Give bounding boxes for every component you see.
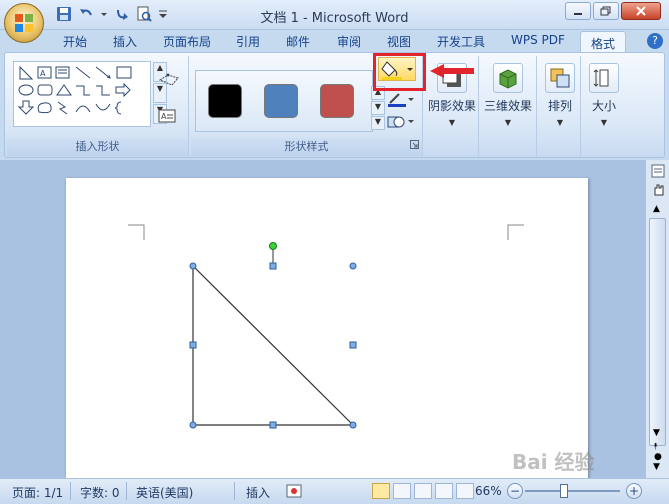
ruler-toggle-icon[interactable] [651, 164, 665, 181]
print-layout-view-icon[interactable] [372, 483, 390, 499]
insert-shapes-group: A ▲ ▼ A 插入形状 [7, 56, 189, 156]
scrollbar-thumb[interactable] [649, 218, 666, 446]
shape-styles-gallery[interactable] [195, 70, 373, 132]
watermark: Bai 经验 [512, 450, 595, 474]
vertical-scrollbar[interactable]: ▲ ▼ ⯭ ● ▼ [645, 160, 669, 478]
page-content [128, 224, 524, 429]
tab-format[interactable]: 格式 [580, 31, 627, 53]
size-label: 大小 [591, 99, 616, 113]
previous-page-icon[interactable]: ⯭ [653, 442, 658, 452]
style-swatch-blue[interactable] [264, 84, 298, 118]
insert-mode-indicator[interactable]: 插入 [246, 484, 270, 501]
page-count[interactable]: 页面: 1/1 [12, 484, 63, 501]
tab-developer[interactable]: 开发工具 [437, 33, 485, 53]
svg-text:A: A [40, 69, 46, 78]
tab-references[interactable]: 引用 [236, 33, 260, 53]
styles-down-icon[interactable]: ▼ [371, 101, 385, 115]
tab-view[interactable]: 视图 [387, 33, 411, 53]
draft-view-icon[interactable] [456, 483, 474, 499]
ribbon-tabs: 开始 插入 页面布局 引用 邮件 审阅 视图 开发工具 WPS PDF 格式 ? [0, 30, 669, 53]
arrange-icon [545, 63, 575, 93]
full-screen-reading-view-icon[interactable] [393, 483, 411, 499]
threed-effects-group: 三维效果 ▼ [481, 56, 537, 156]
size-icon [589, 63, 619, 93]
zoom-slider[interactable] [525, 490, 620, 492]
change-shape-icon[interactable] [387, 114, 415, 133]
divider [126, 482, 127, 500]
threed-effects-label: 三维效果 [483, 99, 532, 113]
highlight-box [373, 53, 426, 91]
ribbon: A ▲ ▼ A 插入形状 ▲ ▼ ▼ 形状样式 阴影效果 ▼ 三维效果 ▼ 排列… [4, 52, 665, 158]
zoom-level[interactable]: 66% [475, 484, 502, 498]
outline-color-icon[interactable] [387, 92, 415, 111]
edit-shape-icon[interactable] [158, 72, 182, 91]
tab-mailings[interactable]: 邮件 [286, 33, 310, 53]
title-bar: 文档 1 - Microsoft Word [0, 0, 669, 30]
threed-effects-button[interactable]: 三维效果 ▼ [481, 59, 535, 135]
scroll-up-icon[interactable]: ▲ [653, 204, 660, 214]
styles-gallery-scroll[interactable]: ▲ ▼ ▼ [371, 86, 385, 131]
office-logo-icon [15, 14, 33, 32]
cube-icon [493, 63, 523, 93]
tab-wps-pdf[interactable]: WPS PDF [511, 33, 565, 53]
chevron-down-icon: ▼ [448, 118, 456, 127]
restore-button[interactable] [593, 2, 619, 20]
shape-icons: A [17, 65, 132, 115]
shadow-effects-label: 阴影效果 [427, 99, 476, 113]
tab-home[interactable]: 开始 [63, 33, 87, 53]
tab-review[interactable]: 审阅 [337, 33, 361, 53]
zoom-out-button[interactable]: − [507, 483, 523, 499]
text-box-icon[interactable]: A [158, 108, 176, 127]
svg-text:A: A [161, 112, 167, 121]
office-button[interactable] [4, 3, 44, 43]
rotate-handle[interactable] [269, 242, 277, 250]
document-page[interactable] [66, 178, 588, 498]
view-buttons [372, 483, 474, 499]
chevron-down-icon: ▼ [504, 118, 512, 127]
divider [70, 482, 71, 500]
red-arrow-icon [430, 64, 474, 78]
help-icon[interactable]: ? [647, 33, 663, 49]
styles-more-icon[interactable]: ▼ [371, 116, 385, 130]
macro-record-icon[interactable] [286, 484, 302, 501]
shape-styles-label: 形状样式 [191, 138, 422, 156]
size-button[interactable]: 大小 ▼ [577, 59, 631, 135]
tab-insert[interactable]: 插入 [113, 33, 137, 53]
browse-object-icon[interactable]: ● [654, 452, 662, 462]
web-layout-view-icon[interactable] [414, 483, 432, 499]
dialog-launcher-icon[interactable] [410, 139, 420, 153]
triangle-shape[interactable] [192, 264, 355, 426]
tab-page-layout[interactable]: 页面布局 [163, 33, 211, 53]
outline-view-icon[interactable] [435, 483, 453, 499]
arrange-group: 排列 ▼ [539, 56, 581, 156]
minimize-button[interactable] [565, 2, 591, 20]
size-group: 大小 ▼ [583, 56, 623, 156]
next-page-icon[interactable]: ▼ [653, 462, 660, 472]
word-count[interactable]: 字数: 0 [80, 484, 120, 501]
scroll-down-icon[interactable]: ▼ [653, 428, 660, 438]
window-controls [565, 2, 661, 20]
document-area [0, 160, 645, 498]
insert-shapes-label: 插入形状 [7, 138, 188, 156]
status-bar: 页面: 1/1 字数: 0 英语(美国) 插入 66% − + [0, 478, 669, 504]
style-swatch-red[interactable] [320, 84, 354, 118]
zoom-slider-handle[interactable] [560, 484, 568, 498]
divider [234, 482, 235, 500]
style-swatch-black[interactable] [208, 84, 242, 118]
close-button[interactable] [621, 2, 661, 20]
language-indicator[interactable]: 英语(美国) [136, 484, 193, 501]
chevron-down-icon: ▼ [600, 118, 608, 127]
zoom-in-button[interactable]: + [626, 483, 642, 499]
hand-icon[interactable] [651, 182, 665, 199]
shapes-gallery[interactable]: A [13, 61, 151, 127]
